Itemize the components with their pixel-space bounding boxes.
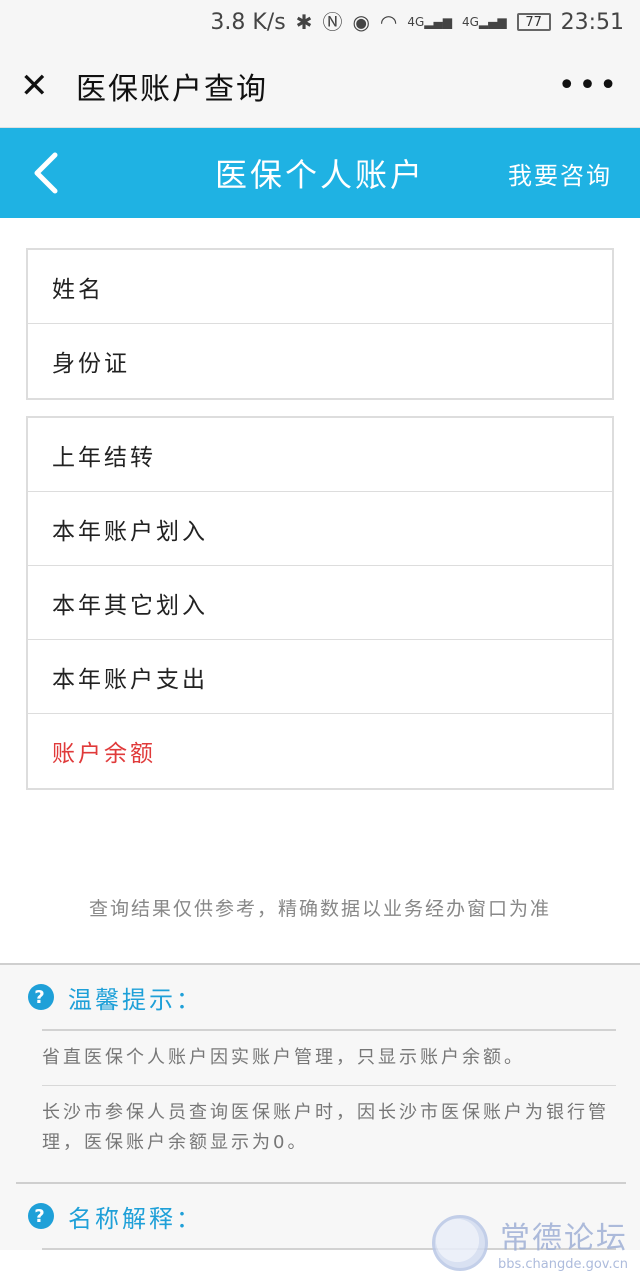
app-header: 医保个人账户 我要咨询 [0,128,640,218]
row-label: 本年账户支出 [52,666,208,693]
battery-icon: 77 [516,13,551,31]
clock: 23:51 [560,9,624,35]
consult-button[interactable]: 我要咨询 [508,156,612,191]
forum-logo-icon [431,1214,488,1271]
bluetooth-icon: ✱ [295,10,313,34]
glossary-title-text: 名称解释： [68,1204,203,1233]
wifi-icon: ◠ [379,10,398,34]
identity-card: 姓名 身份证 [26,248,614,400]
row-label: 上年结转 [52,444,156,471]
network-speed: 3.8 K/s [210,9,286,35]
question-icon: ? [28,1203,54,1229]
carryover-row: 上年结转 [28,418,612,492]
id-card-row: 身份证 [28,324,612,398]
other-credit-row: 本年其它划入 [28,566,612,640]
status-bar: 3.8 K/s ✱ Ⓝ ◉ ◠ 4G▂▄▆ 4G▂▄▆ 77 23:51 [0,0,640,44]
account-credit-row: 本年账户划入 [28,492,612,566]
signal-2-icon: 4G▂▄▆ [461,15,507,29]
account-card: 上年结转 本年账户划入 本年其它划入 本年账户支出 账户余额 [26,416,614,790]
name-row: 姓名 [28,250,612,324]
row-label: 本年账户划入 [52,518,208,545]
disclaimer-text: 查询结果仅供参考，精确数据以业务经办窗口为准 [88,898,551,920]
back-button[interactable] [0,128,90,218]
row-label: 姓名 [52,276,104,303]
wechat-title-bar: ✕ 医保账户查询 ••• [0,44,640,128]
balance-row: 账户余额 [28,714,612,788]
question-icon: ? [28,984,54,1010]
nfc-icon: Ⓝ [322,10,343,34]
signal-1-icon: 4G▂▄▆ [407,15,452,29]
wechat-page-title: 医保账户查询 [76,71,268,107]
watermark-text: 常德论坛 bbs.changde.gov.cn [498,1213,628,1272]
main-content: 姓名 身份证 上年结转 本年账户划入 本年其它划入 本年账户支出 账户余额 查询… [0,218,640,921]
close-icon[interactable]: ✕ [20,66,60,106]
row-label: 账户余额 [52,741,156,767]
warm-tips-title: ? 温馨提示： [16,965,626,1029]
tip-item: 省直医保个人账户因实账户管理，只显示账户余额。 [42,1031,616,1086]
more-menu-button[interactable]: ••• [558,68,620,103]
chevron-left-icon [34,152,58,194]
forum-watermark: 常德论坛 bbs.changde.gov.cn [431,1213,628,1272]
eye-icon: ◉ [352,10,370,34]
warm-tips-block: ? 温馨提示： 省直医保个人账户因实账户管理，只显示账户余额。 长沙市参保人员查… [16,965,626,1170]
tips-section: ? 温馨提示： 省直医保个人账户因实账户管理，只显示账户余额。 长沙市参保人员查… [0,963,640,1250]
expense-row: 本年账户支出 [28,640,612,714]
row-label: 本年其它划入 [52,592,208,619]
tip-item: 长沙市参保人员查询医保账户时，因长沙市医保账户为银行管理，医保账户余额显示为0。 [42,1102,609,1153]
watermark-url: bbs.changde.gov.cn [497,1257,628,1272]
watermark-name: 常德论坛 [500,1221,628,1256]
warm-tips-title-text: 温馨提示： [68,985,203,1014]
row-label: 身份证 [52,351,130,377]
